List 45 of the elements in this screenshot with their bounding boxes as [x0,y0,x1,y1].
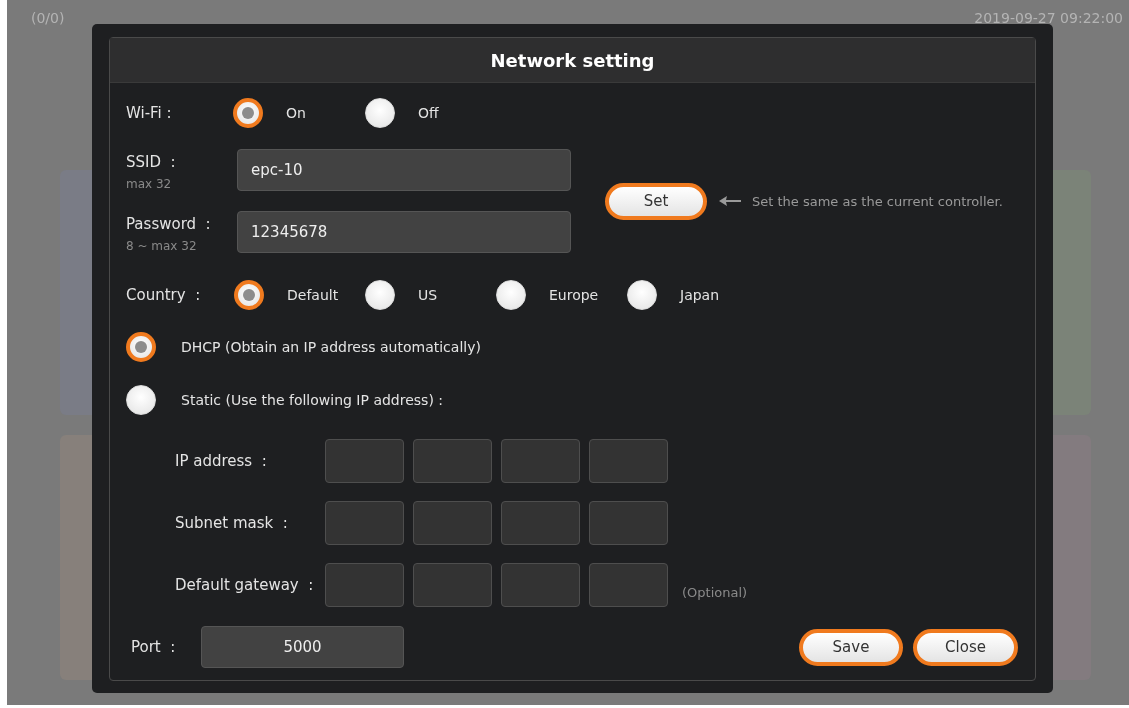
radio-button[interactable] [234,280,264,310]
option-label: Europe [549,287,599,303]
octet-field[interactable] [589,501,668,545]
optional-note: (Optional) [682,584,748,600]
ssid-field[interactable]: epc-10 [237,149,571,191]
octet-field[interactable] [501,501,580,545]
octet-field[interactable] [325,501,404,545]
port-label: Port : [131,638,177,656]
octet-field[interactable] [501,563,580,607]
field-label: Password : [126,215,212,233]
country-label: Country : [126,286,202,304]
octet-field[interactable] [325,563,404,607]
wifi-label: Wi-Fi : [126,104,173,122]
field-hint: max 32 [126,177,173,191]
field-label: SSID : [126,153,177,171]
radio-button[interactable] [233,98,263,128]
octet-field[interactable] [413,439,492,483]
password-field[interactable]: 12345678 [237,211,571,253]
field-hint: 8 ~ max 32 [126,239,198,253]
arrow-icon [719,196,741,206]
radio-button[interactable] [126,332,156,362]
close-button[interactable]: Close [913,628,1018,666]
octet-field[interactable] [413,501,492,545]
option-label: DHCP (Obtain an IP address automatically) [181,339,481,355]
option-label: Japan [680,287,720,303]
datetime-text: 2019-09-27 09:22:00 [974,10,1123,28]
octet-field[interactable] [325,439,404,483]
field-label: Subnet mask : [175,514,289,532]
save-button[interactable]: Save [799,628,903,666]
option-label: US [418,287,438,303]
field-label: IP address : [175,452,268,470]
set-button[interactable]: Set [605,182,707,220]
option-label: Off [418,105,439,121]
set-hint: Set the same as the current controller. [752,193,1003,209]
field-label: Default gateway : [175,576,315,594]
octet-field[interactable] [413,563,492,607]
option-label: Default [287,287,339,303]
octet-field[interactable] [501,439,580,483]
dialog-title: Network setting [490,49,655,71]
port-field[interactable]: 5000 [201,626,404,668]
counter-text: (0/0) [31,10,65,28]
option-label: Static (Use the following IP address) : [181,392,443,408]
option-label: On [286,105,306,121]
octet-field[interactable] [589,563,668,607]
octet-field[interactable] [589,439,668,483]
